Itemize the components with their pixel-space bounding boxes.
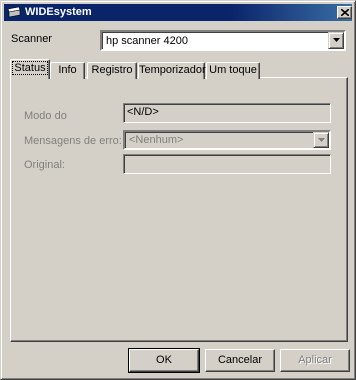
ok-button[interactable]: OK	[128, 348, 200, 373]
title-bar[interactable]: WIDEsystem	[4, 4, 352, 21]
scanner-select-value: hp scanner 4200	[106, 35, 188, 47]
mode-label: Modo do	[24, 110, 67, 122]
tab-registro[interactable]: Registro	[87, 62, 137, 79]
tab-temporizador[interactable]: Temporizador	[138, 62, 206, 79]
cancel-button[interactable]: Cancelar	[205, 349, 275, 372]
apply-button[interactable]: Aplicar	[280, 349, 350, 372]
tab-status[interactable]: Status	[10, 59, 50, 79]
close-icon	[341, 9, 349, 16]
mode-value: <N/D>	[127, 106, 159, 118]
tab-temporizador-label: Temporizador	[139, 64, 206, 76]
original-label: Original:	[24, 159, 65, 171]
errors-select[interactable]: <Nenhum>	[123, 130, 331, 150]
errors-select-value: <Nenhum>	[129, 134, 184, 146]
errors-dropdown-button[interactable]	[313, 132, 329, 148]
tab-info[interactable]: Info	[50, 62, 85, 79]
window-title: WIDEsystem	[25, 6, 92, 18]
close-button[interactable]	[337, 6, 352, 19]
scanner-dropdown-button[interactable]	[328, 32, 344, 49]
tab-registro-label: Registro	[91, 64, 133, 76]
scanner-label: Scanner	[11, 33, 52, 45]
chevron-down-icon	[333, 38, 340, 42]
errors-label: Mensagens de erro:	[24, 135, 122, 147]
tab-info-label: Info	[58, 64, 77, 76]
mode-field: <N/D>	[123, 103, 331, 123]
tab-status-label: Status	[12, 61, 48, 75]
chevron-down-icon	[318, 138, 325, 142]
scanner-app-icon	[7, 6, 21, 19]
tab-um-toque-label: Um toque	[209, 64, 257, 76]
original-field	[123, 154, 331, 174]
scanner-select[interactable]: hp scanner 4200	[100, 30, 346, 51]
tab-um-toque[interactable]: Um toque	[206, 62, 260, 79]
dialog-window: WIDEsystem Scanner hp scanner 4200 Statu…	[0, 0, 356, 380]
